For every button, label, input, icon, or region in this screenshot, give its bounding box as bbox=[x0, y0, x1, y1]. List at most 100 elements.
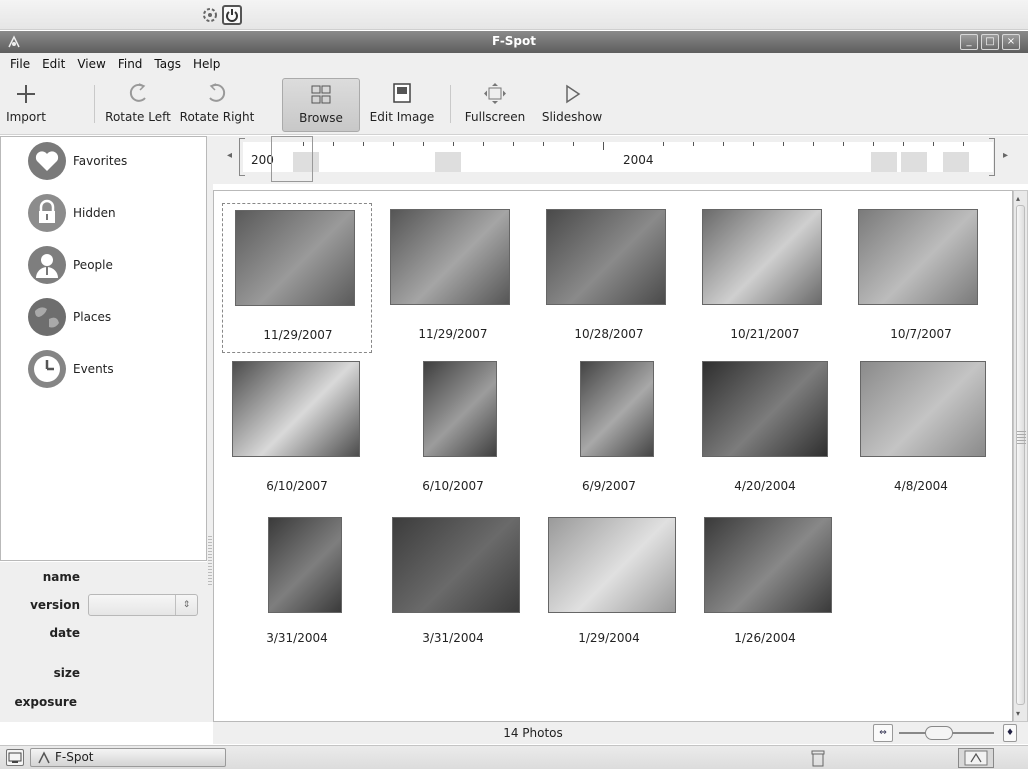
rotate-left-button[interactable]: Rotate Left bbox=[100, 78, 176, 132]
photo-thumbnail[interactable] bbox=[232, 361, 360, 457]
window-title: F-Spot bbox=[491, 34, 537, 48]
zoom-slider[interactable] bbox=[899, 726, 994, 740]
photo-thumbnail-cell[interactable]: 1/26/2004 bbox=[690, 507, 840, 657]
photo-thumbnail[interactable] bbox=[392, 517, 520, 613]
menu-find[interactable]: Find bbox=[112, 57, 149, 71]
photo-thumbnail[interactable] bbox=[704, 517, 832, 613]
close-button[interactable]: × bbox=[1002, 34, 1020, 50]
photo-date-label: 3/31/2004 bbox=[266, 631, 328, 645]
edit-image-button[interactable]: Edit Image bbox=[364, 78, 440, 132]
menu-help[interactable]: Help bbox=[187, 57, 226, 71]
scrollbar-thumb[interactable] bbox=[1016, 205, 1025, 705]
rotate-right-icon bbox=[204, 82, 230, 106]
photo-grid-scrollbar[interactable]: ▴ ▾ bbox=[1013, 190, 1028, 722]
tag-events[interactable]: Events bbox=[27, 349, 114, 389]
maximize-button[interactable]: □ bbox=[981, 34, 999, 50]
photo-count: 14 Photos bbox=[503, 726, 563, 740]
minimize-button[interactable]: _ bbox=[960, 34, 978, 50]
tag-hidden[interactable]: Hidden bbox=[27, 193, 116, 233]
minimize-icon: _ bbox=[966, 36, 972, 47]
timeline-range-start-handle[interactable] bbox=[239, 138, 245, 176]
timeline-range-end-handle[interactable] bbox=[989, 138, 995, 176]
photo-date-label: 10/7/2007 bbox=[890, 327, 952, 341]
photo-thumbnail-cell[interactable]: 11/29/2007 bbox=[378, 203, 528, 353]
info-date-label: date bbox=[49, 626, 80, 640]
zoom-in-icon: ♦ bbox=[1005, 728, 1015, 738]
photo-thumbnail[interactable] bbox=[702, 361, 828, 457]
top-panel bbox=[0, 0, 1028, 30]
import-button[interactable]: Import bbox=[4, 78, 48, 132]
splitter-grip[interactable] bbox=[208, 536, 212, 586]
menu-tags[interactable]: Tags bbox=[148, 57, 187, 71]
photo-date-label: 4/8/2004 bbox=[894, 479, 948, 493]
info-name-label: name bbox=[42, 570, 80, 584]
timeline-selection-window[interactable] bbox=[271, 136, 313, 182]
photo-thumbnail[interactable] bbox=[546, 209, 666, 305]
timeline-right-arrow-icon[interactable]: ▸ bbox=[1003, 150, 1008, 161]
tag-favorites[interactable]: Favorites bbox=[27, 141, 127, 181]
toolbar: Import Rotate Left Rotate Right Browse E… bbox=[0, 75, 1028, 135]
timeline-bar bbox=[871, 152, 897, 172]
photo-thumbnail-cell[interactable]: 10/21/2007 bbox=[690, 203, 840, 353]
photo-thumbnail-cell[interactable]: 6/9/2007 bbox=[534, 355, 684, 505]
power-icon[interactable] bbox=[222, 5, 242, 25]
photo-thumbnail-cell[interactable]: 4/8/2004 bbox=[846, 355, 996, 505]
photo-thumbnail-cell[interactable]: 6/10/2007 bbox=[378, 355, 528, 505]
timeline-bar bbox=[943, 152, 969, 172]
photo-thumbnail[interactable] bbox=[235, 210, 355, 306]
timeline-left-arrow-icon[interactable]: ◂ bbox=[227, 150, 232, 161]
refresh-icon[interactable] bbox=[200, 5, 220, 25]
photo-thumbnail-cell[interactable]: 10/7/2007 bbox=[846, 203, 996, 353]
scroll-up-arrow-icon[interactable]: ▴ bbox=[1016, 194, 1020, 203]
timeline[interactable]: ◂ 200 2004 ▸ bbox=[213, 136, 1028, 184]
photo-thumbnail-cell[interactable]: 4/20/2004 bbox=[690, 355, 840, 505]
menu-view[interactable]: View bbox=[71, 57, 111, 71]
photo-date-label: 1/26/2004 bbox=[734, 631, 796, 645]
timeline-year-label: 2004 bbox=[623, 153, 654, 167]
photo-thumbnail[interactable] bbox=[390, 209, 510, 305]
menu-file[interactable]: File bbox=[4, 57, 36, 71]
photo-thumbnail[interactable] bbox=[580, 361, 654, 457]
photo-thumbnail[interactable] bbox=[423, 361, 497, 457]
browse-button[interactable]: Browse bbox=[282, 78, 360, 132]
photo-thumbnail[interactable] bbox=[268, 517, 342, 613]
info-version-label: version bbox=[30, 598, 80, 612]
taskbar-item-f-spot[interactable]: F-Spot bbox=[30, 748, 226, 767]
fullscreen-button[interactable]: Fullscreen bbox=[458, 78, 532, 132]
photo-thumbnail-cell[interactable]: 10/28/2007 bbox=[534, 203, 684, 353]
slideshow-label: Slideshow bbox=[541, 110, 603, 124]
zoom-out-icon: ⇔ bbox=[879, 728, 887, 738]
workspace-switcher[interactable] bbox=[958, 748, 994, 768]
timeline-tick bbox=[933, 142, 934, 146]
photo-thumbnail-cell[interactable]: 3/31/2004 bbox=[378, 507, 528, 657]
zoom-fit-button[interactable]: ⇔ bbox=[873, 724, 893, 742]
photo-thumbnail-cell[interactable]: 3/31/2004 bbox=[222, 507, 372, 657]
photo-date-label: 11/29/2007 bbox=[418, 327, 488, 341]
photo-thumbnail-cell[interactable]: 1/29/2004 bbox=[534, 507, 684, 657]
tag-people[interactable]: People bbox=[27, 245, 113, 285]
photo-thumbnail-cell[interactable]: 6/10/2007 bbox=[222, 355, 372, 505]
photo-thumbnail[interactable] bbox=[702, 209, 822, 305]
photo-thumbnail[interactable] bbox=[548, 517, 676, 613]
tag-places[interactable]: Places bbox=[27, 297, 111, 337]
timeline-tick bbox=[333, 142, 334, 146]
rotate-right-button[interactable]: Rotate Right bbox=[176, 78, 258, 132]
version-select[interactable]: ⇕ bbox=[88, 594, 198, 616]
tag-label: People bbox=[73, 258, 113, 272]
slideshow-button[interactable]: Slideshow bbox=[540, 78, 604, 132]
import-label: Import bbox=[6, 110, 46, 124]
photo-thumbnail-cell[interactable]: 11/29/2007 bbox=[222, 203, 372, 353]
menu-edit[interactable]: Edit bbox=[36, 57, 71, 71]
trash-icon[interactable] bbox=[810, 749, 826, 767]
zoom-slider-knob[interactable] bbox=[925, 726, 953, 740]
timeline-tick bbox=[483, 142, 484, 146]
photo-thumbnail[interactable] bbox=[858, 209, 978, 305]
show-desktop-icon[interactable] bbox=[6, 749, 24, 766]
zoom-in-button[interactable]: ♦ bbox=[1003, 724, 1017, 742]
window-titlebar[interactable]: F-Spot _ □ × bbox=[0, 31, 1028, 53]
photo-thumbnail[interactable] bbox=[860, 361, 986, 457]
timeline-tick bbox=[873, 142, 874, 146]
timeline-track[interactable]: 200 2004 bbox=[243, 142, 993, 172]
heart-icon bbox=[27, 141, 67, 181]
scroll-down-arrow-icon[interactable]: ▾ bbox=[1016, 709, 1020, 718]
